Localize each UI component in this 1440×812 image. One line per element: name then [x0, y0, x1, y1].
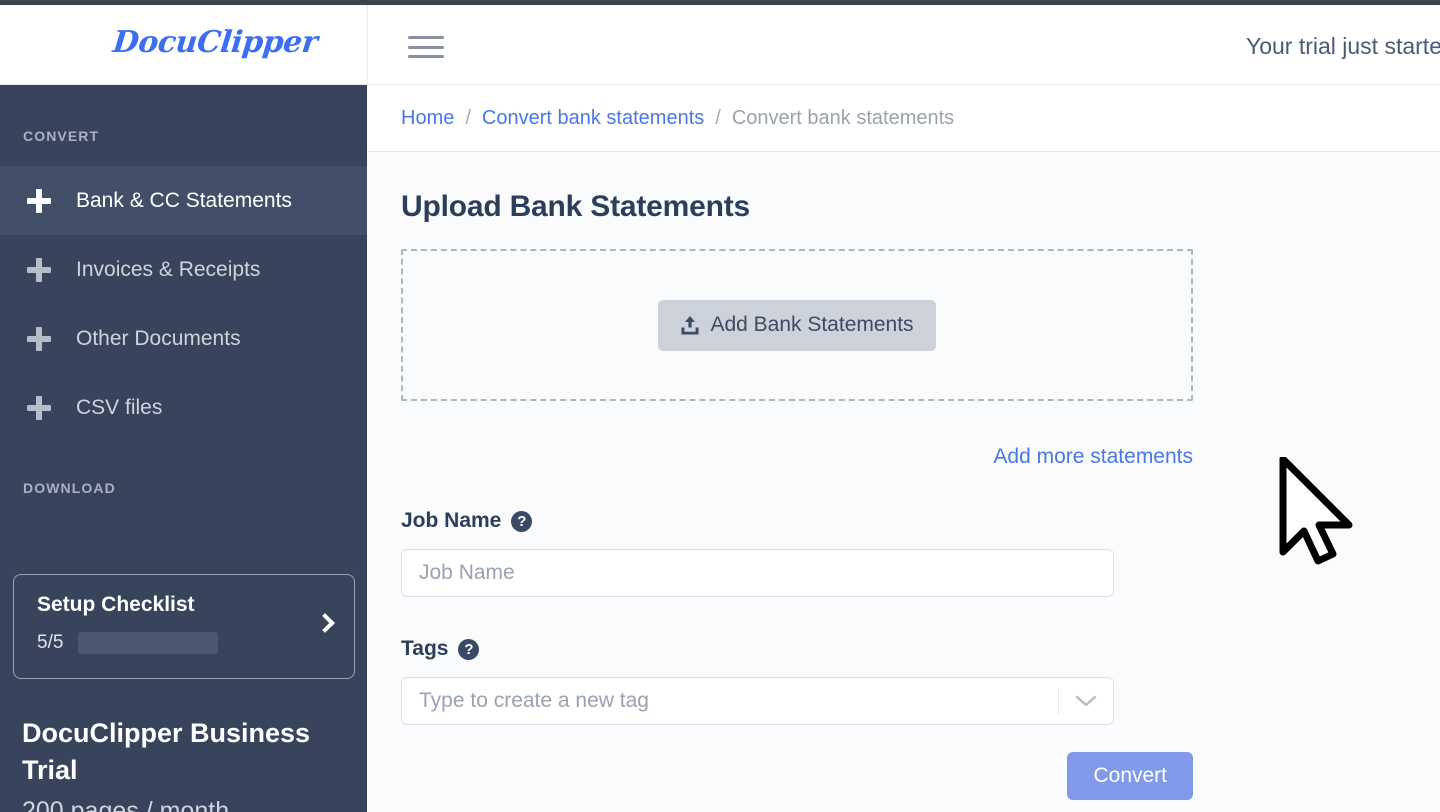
- breadcrumb-item-convert-bank-statements[interactable]: Convert bank statements: [482, 107, 704, 130]
- sidebar-section-convert: CONVERT: [23, 128, 100, 144]
- tags-label: Tags: [401, 637, 449, 660]
- sidebar-nav-list: Bank & CC Statements Invoices & Receipts…: [0, 166, 367, 442]
- plus-icon: [25, 187, 53, 215]
- trial-notice: Your trial just starte: [1245, 33, 1440, 59]
- add-bank-statements-button[interactable]: Add Bank Statements: [658, 299, 936, 351]
- tags-select[interactable]: Type to create a new tag: [401, 677, 1114, 725]
- tags-field-group: Tags ? Type to create a new tag: [401, 637, 1440, 725]
- setup-checklist-title: Setup Checklist: [37, 593, 195, 616]
- sidebar-section-download: DOWNLOAD: [23, 480, 116, 496]
- setup-checklist-count: 5/5: [37, 632, 64, 653]
- file-dropzone[interactable]: Add Bank Statements: [401, 249, 1193, 401]
- sidebar-item-csv-files[interactable]: CSV files: [0, 373, 367, 442]
- breadcrumb-item-home[interactable]: Home: [401, 107, 454, 130]
- hamburger-bar: [408, 55, 444, 58]
- sidebar: CONVERT Bank & CC Statements Invoices & …: [0, 85, 367, 812]
- plus-icon: [25, 256, 53, 284]
- job-name-input[interactable]: [401, 549, 1114, 597]
- trial-plan-subtitle: 200 pages / month: [22, 796, 230, 812]
- sidebar-item-label: Invoices & Receipts: [76, 257, 261, 281]
- hamburger-bar: [408, 45, 444, 49]
- content-body: Upload Bank Statements Add Bank Statemen…: [367, 152, 1440, 800]
- header-divider: [367, 5, 368, 85]
- breadcrumb: Home / Convert bank statements / Convert…: [367, 85, 1440, 152]
- help-circle-icon[interactable]: ?: [511, 510, 533, 532]
- sidebar-item-label: CSV files: [76, 395, 163, 419]
- job-name-field-group: Job Name ?: [401, 509, 1440, 597]
- page-title: Upload Bank Statements: [401, 190, 751, 223]
- convert-button[interactable]: Convert: [1067, 752, 1193, 800]
- hamburger-bar: [408, 36, 444, 39]
- trial-plan-block: DocuClipper Business Trial 200 pages / m…: [22, 715, 352, 812]
- add-more-statements-link[interactable]: Add more statements: [993, 445, 1193, 468]
- breadcrumb-separator: /: [715, 106, 721, 129]
- add-bank-statements-label: Add Bank Statements: [710, 313, 914, 336]
- breadcrumb-item-current: Convert bank statements: [731, 106, 955, 129]
- setup-checklist-progress: 5/5: [37, 632, 332, 654]
- sidebar-item-invoices-receipts[interactable]: Invoices & Receipts: [0, 235, 367, 304]
- job-name-label-row: Job Name ?: [401, 509, 1440, 533]
- trial-plan-title: DocuClipper Business Trial: [22, 718, 311, 786]
- help-circle-icon[interactable]: ?: [458, 638, 480, 660]
- sidebar-item-label: Bank & CC Statements: [76, 188, 292, 212]
- tags-label-row: Tags ?: [401, 637, 1440, 661]
- plus-icon: [25, 325, 53, 353]
- app-header: DocuClipper Your trial just starte: [0, 5, 1440, 85]
- hamburger-icon[interactable]: [408, 33, 444, 61]
- add-more-row: Add more statements: [401, 445, 1193, 469]
- job-name-label: Job Name: [401, 509, 502, 532]
- chevron-down-icon[interactable]: [1059, 695, 1113, 708]
- progress-bar-track: [78, 632, 219, 654]
- plus-icon: [25, 394, 53, 422]
- sidebar-item-label: Other Documents: [76, 326, 241, 350]
- convert-row: Convert: [401, 752, 1193, 800]
- sidebar-item-other-documents[interactable]: Other Documents: [0, 304, 367, 373]
- upload-icon: [681, 315, 699, 334]
- main-content: Home / Convert bank statements / Convert…: [367, 85, 1440, 812]
- tags-select-placeholder: Type to create a new tag: [419, 689, 649, 712]
- breadcrumb-separator: /: [465, 106, 471, 129]
- app-logo[interactable]: DocuClipper: [111, 25, 319, 60]
- setup-checklist-card[interactable]: Setup Checklist 5/5: [13, 574, 355, 679]
- sidebar-item-bank-cc-statements[interactable]: Bank & CC Statements: [0, 166, 367, 235]
